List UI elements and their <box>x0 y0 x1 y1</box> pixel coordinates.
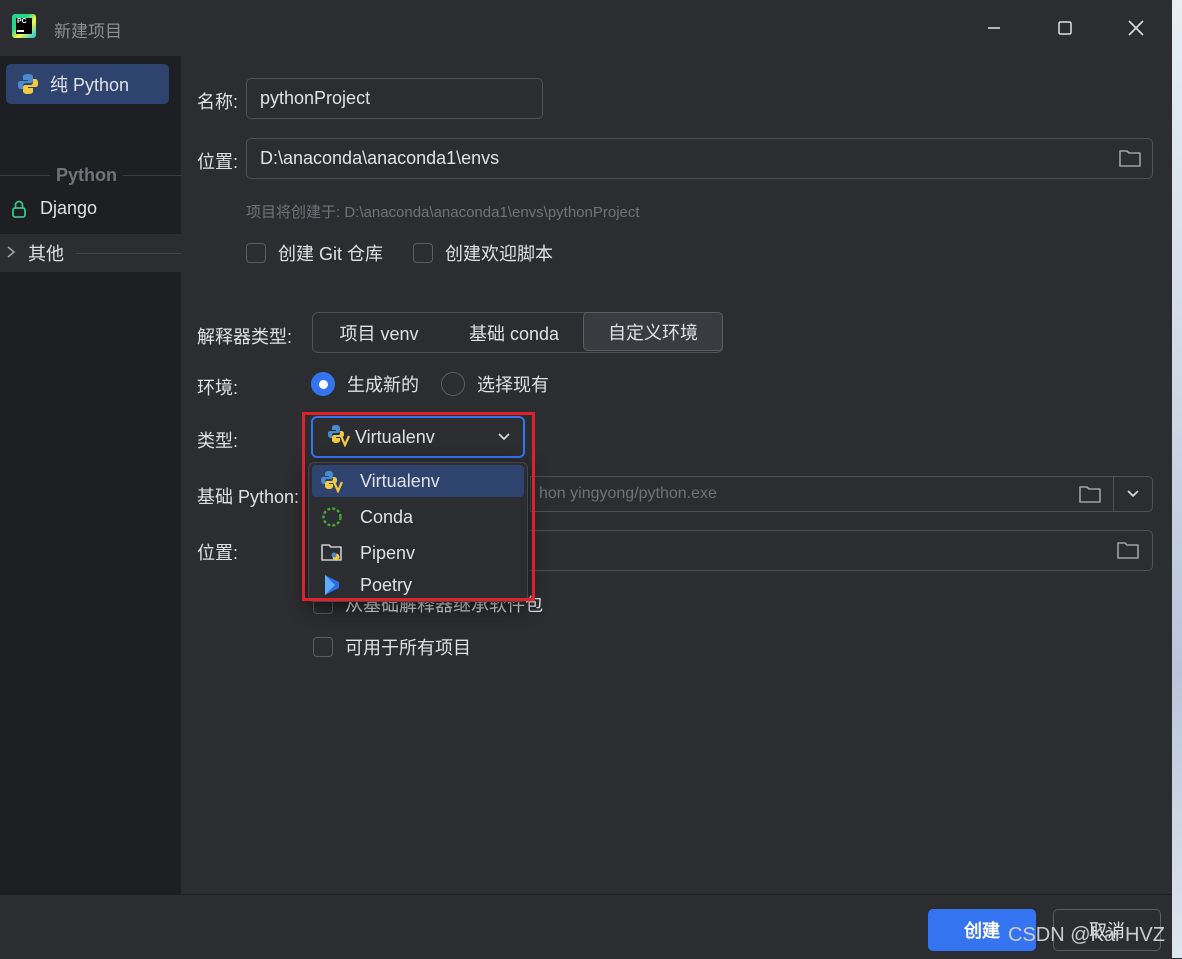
create-path-hint: 项目将创建于: D:\anaconda\anaconda1\envs\pytho… <box>246 204 640 221</box>
env-type-value: Virtualenv <box>355 426 435 447</box>
env-existing-label: 选择现有 <box>477 375 549 395</box>
sidebar-item-pure-python[interactable]: 纯 Python <box>6 64 169 104</box>
interpreter-type-segmented: 项目 venv 基础 conda 自定义环境 <box>312 312 723 353</box>
base-python-value: hon yingyong/python.exe <box>539 485 717 502</box>
environment-label: 环境: <box>197 378 239 398</box>
poetry-icon <box>320 573 344 597</box>
checkbox-label: 创建欢迎脚本 <box>445 244 553 264</box>
env-type-combobox[interactable]: Virtualenv <box>311 416 525 458</box>
title-bar: PC 新建项目 <box>0 0 1172 56</box>
project-type-sidebar: 纯 Python Python Django 其他 <box>0 56 181 894</box>
env-new-label: 生成新的 <box>347 375 419 395</box>
checkbox-label: 可用于所有项目 <box>345 638 471 658</box>
csdn-watermark: CSDN @Kai HVZ <box>1008 924 1165 946</box>
tab-custom-env[interactable]: 自定义环境 <box>583 312 723 351</box>
location-label: 位置: <box>197 152 239 172</box>
conda-icon <box>320 505 344 529</box>
project-location-input[interactable]: D:\anaconda\anaconda1\envs <box>246 138 1153 179</box>
dropdown-option-conda[interactable]: Conda <box>312 501 524 533</box>
chevron-right-icon <box>6 243 20 264</box>
project-name-input[interactable]: pythonProject <box>246 78 543 119</box>
env-location-input[interactable] <box>530 530 1153 571</box>
dropdown-option-pipenv[interactable]: Pipenv <box>312 537 524 569</box>
base-python-label: 基础 Python: <box>197 487 300 507</box>
chevron-down-icon <box>498 433 510 441</box>
dropdown-option-label: Poetry <box>360 574 413 595</box>
interpreter-type-label: 解释器类型: <box>197 327 293 347</box>
checkbox-label: 创建 Git 仓库 <box>278 244 384 264</box>
new-project-dialog: PC 新建项目 纯 Python Python Django 其他 名称: py… <box>0 0 1173 959</box>
dropdown-option-poetry[interactable]: Poetry <box>312 569 524 601</box>
lock-icon <box>12 200 26 218</box>
minimize-icon <box>988 27 1000 29</box>
sidebar-item-label: 其他 <box>28 244 64 264</box>
environment-radio-group: 生成新的 选择现有 <box>311 371 549 397</box>
folder-icon[interactable] <box>1078 484 1102 504</box>
virtualenv-icon <box>320 469 344 493</box>
pycharm-logo-icon: PC <box>12 14 36 38</box>
window-title: 新建项目 <box>54 22 122 41</box>
folder-icon[interactable] <box>1116 540 1140 560</box>
dropdown-option-label: Pipenv <box>360 542 416 563</box>
sidebar-group-label: Python <box>56 164 117 185</box>
virtualenv-icon <box>327 423 351 452</box>
project-location-value: D:\anaconda\anaconda1\envs <box>260 148 500 168</box>
env-new-radio[interactable] <box>311 372 335 396</box>
dropdown-option-virtualenv[interactable]: Virtualenv <box>312 465 524 497</box>
close-icon <box>1128 20 1144 36</box>
env-type-dropdown: Virtualenv Conda Pipenv Poetry <box>308 462 528 602</box>
desktop-background-strip <box>1172 0 1182 958</box>
python-icon <box>16 72 40 96</box>
folder-icon[interactable] <box>1118 148 1142 168</box>
checkbox-box[interactable] <box>246 243 266 263</box>
tab-project-venv[interactable]: 项目 venv <box>313 313 445 352</box>
base-python-dropdown-button[interactable] <box>1113 476 1153 512</box>
close-button[interactable] <box>1116 12 1156 44</box>
dropdown-option-label: Conda <box>360 506 414 527</box>
sidebar-group-python: Python <box>0 164 181 186</box>
type-label: 类型: <box>197 431 239 451</box>
sidebar-item-django[interactable]: Django <box>10 198 97 219</box>
base-python-input[interactable]: hon yingyong/python.exe <box>530 476 1114 512</box>
checkbox-box[interactable] <box>313 637 333 657</box>
dropdown-option-label: Virtualenv <box>360 470 440 491</box>
all-projects-checkbox[interactable]: 可用于所有项目 <box>313 634 471 660</box>
env-location-label: 位置: <box>197 543 239 563</box>
name-label: 名称: <box>197 92 239 112</box>
chevron-down-icon <box>1127 490 1139 498</box>
git-repo-checkbox[interactable]: 创建 Git 仓库 <box>246 240 383 266</box>
tab-base-conda[interactable]: 基础 conda <box>445 313 583 352</box>
checkbox-box[interactable] <box>413 243 433 263</box>
project-name-value: pythonProject <box>260 88 371 108</box>
pipenv-icon <box>320 541 344 565</box>
maximize-icon <box>1058 21 1072 35</box>
maximize-button[interactable] <box>1045 12 1085 44</box>
welcome-script-checkbox[interactable]: 创建欢迎脚本 <box>413 240 553 266</box>
minimize-button[interactable] <box>974 12 1014 44</box>
sidebar-item-label: Django <box>40 198 98 218</box>
sidebar-item-other[interactable]: 其他 <box>0 234 181 272</box>
env-existing-radio[interactable] <box>441 372 465 396</box>
sidebar-item-label: 纯 Python <box>50 75 130 95</box>
